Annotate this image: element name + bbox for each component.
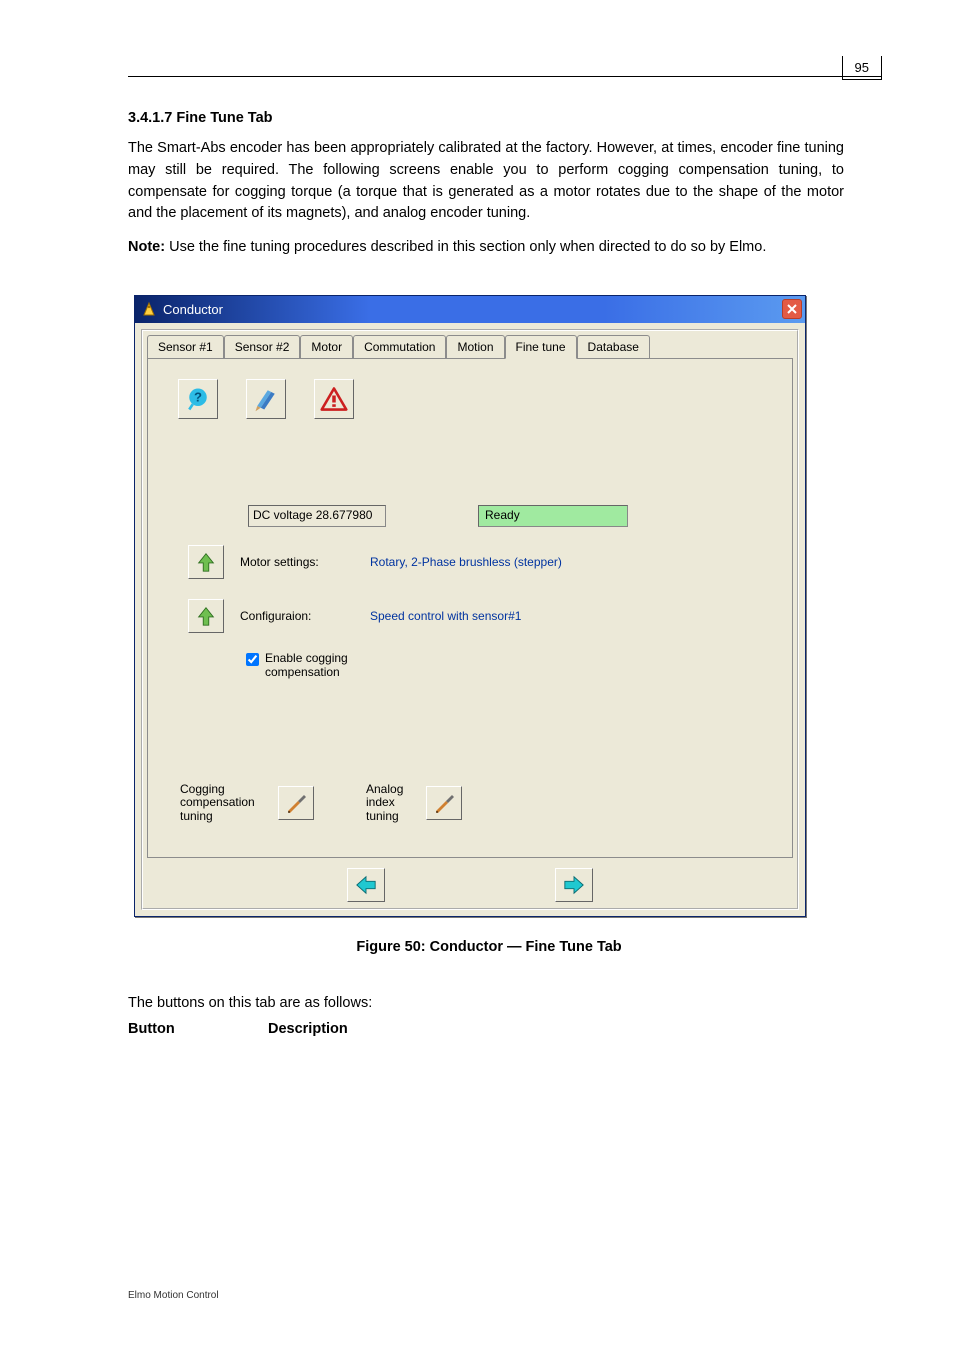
window-title: Conductor <box>163 302 782 317</box>
motor-settings-label: Motor settings: <box>240 555 370 569</box>
next-arrow-icon <box>561 874 587 896</box>
tab-panel: ? DC voltage 28.677980 Ready <box>147 358 793 858</box>
pencils-icon <box>252 385 280 413</box>
cogging-tuning-button[interactable] <box>278 786 314 820</box>
tab-commutation[interactable]: Commutation <box>353 335 446 359</box>
header-rule <box>128 76 882 77</box>
dc-voltage-readout: DC voltage 28.677980 <box>248 505 386 527</box>
configuration-value: Speed control with sensor#1 <box>370 609 521 623</box>
intro-paragraph: The Smart-Abs encoder has been appropria… <box>128 138 844 225</box>
back-button[interactable] <box>347 868 385 902</box>
configuration-label: Configuraion: <box>240 609 370 623</box>
help-button[interactable]: ? <box>178 379 218 419</box>
title-icon <box>141 301 157 317</box>
enable-cogging-label: Enable cogging compensation <box>265 651 365 679</box>
warning-icon <box>320 385 348 413</box>
tab-fine-tune[interactable]: Fine tune <box>505 335 577 359</box>
tab-motion[interactable]: Motion <box>446 335 504 359</box>
up-arrow-icon <box>195 551 217 573</box>
table-header-description: Description <box>268 1021 348 1037</box>
close-icon[interactable] <box>782 299 802 319</box>
footer-company: Elmo Motion Control <box>128 1290 219 1301</box>
table-header-button: Button <box>128 1021 228 1037</box>
tab-database[interactable]: Database <box>577 335 650 359</box>
enable-cogging-checkbox[interactable] <box>246 653 259 666</box>
svg-text:?: ? <box>194 389 202 404</box>
status-badge: Ready <box>478 505 628 527</box>
warning-button[interactable] <box>314 379 354 419</box>
figure-caption: Figure 50: Conductor — Fine Tune Tab <box>134 939 844 955</box>
analog-tuning-label: Analog index tuning <box>366 783 416 823</box>
button-desc: The buttons on this tab are as follows: <box>128 993 844 1015</box>
tab-sensor2[interactable]: Sensor #2 <box>224 335 301 359</box>
note-paragraph: Note: Use the fine tuning procedures des… <box>128 237 844 259</box>
note-text: Use the fine tuning procedures described… <box>165 239 766 255</box>
motor-settings-value: Rotary, 2-Phase brushless (stepper) <box>370 555 562 569</box>
tabs-row: Sensor #1 Sensor #2 Motor Commutation Mo… <box>147 335 793 359</box>
up-arrow-icon <box>195 605 217 627</box>
next-button[interactable] <box>555 868 593 902</box>
screwdriver-icon <box>432 791 456 815</box>
window-titlebar: Conductor <box>135 296 805 323</box>
conductor-window: Conductor Sensor #1 Sensor #2 Motor Comm… <box>134 295 806 917</box>
motor-settings-jump-button[interactable] <box>188 545 224 579</box>
note-prefix: Note: <box>128 239 165 255</box>
screwdriver-icon <box>284 791 308 815</box>
cogging-tuning-label: Cogging compensation tuning <box>180 783 268 823</box>
tab-motor[interactable]: Motor <box>300 335 353 359</box>
pencils-button[interactable] <box>246 379 286 419</box>
tab-sensor1[interactable]: Sensor #1 <box>147 335 224 359</box>
help-icon: ? <box>184 385 212 413</box>
configuration-jump-button[interactable] <box>188 599 224 633</box>
analog-tuning-button[interactable] <box>426 786 462 820</box>
back-arrow-icon <box>353 874 379 896</box>
section-title: 3.4.1.7 Fine Tune Tab <box>128 110 844 126</box>
